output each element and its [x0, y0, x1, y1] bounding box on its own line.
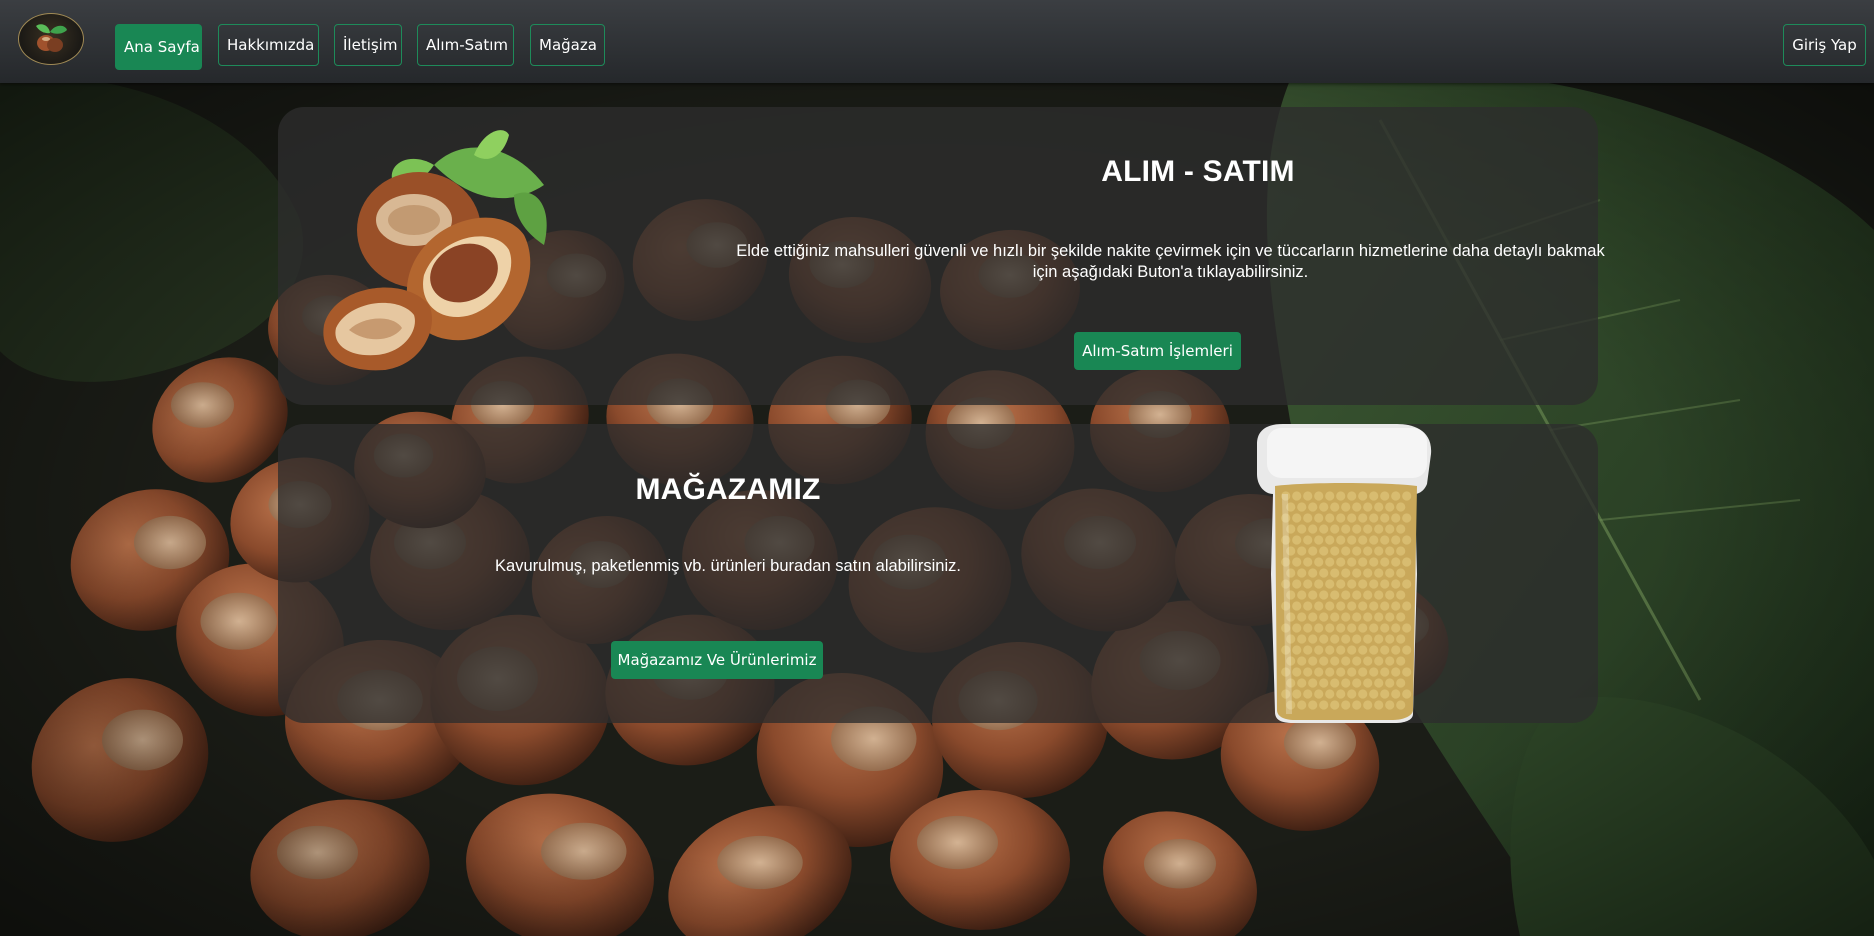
nav-about-button[interactable]: Hakkımızda — [218, 24, 319, 66]
store-card-title: MAĞAZAMIZ — [635, 473, 821, 506]
hazelnut-logo-icon[interactable] — [18, 13, 84, 65]
top-navbar: Ana Sayfa Hakkımızda İletişim Alım-Satım… — [0, 0, 1874, 83]
store-card: MAĞAZAMIZ Kavurulmuş, paketlenmiş vb. ür… — [278, 424, 1598, 723]
nav-home-button[interactable]: Ana Sayfa — [115, 24, 202, 70]
nav-contact-button[interactable]: İletişim — [334, 24, 402, 66]
hazelnut-image — [314, 125, 564, 390]
trade-operations-button[interactable]: Alım-Satım İşlemleri — [1074, 332, 1241, 370]
store-products-button[interactable]: Mağazamız Ve Ürünlerimiz — [611, 641, 823, 679]
store-card-description: Kavurulmuş, paketlenmiş vb. ürünleri bur… — [495, 557, 961, 575]
trade-card-description: Elde ettiğiniz mahsulleri güvenli ve hız… — [736, 242, 1605, 281]
nav-trade-button[interactable]: Alım-Satım — [417, 24, 514, 66]
trade-card: ALIM - SATIM Elde ettiğiniz mahsulleri g… — [278, 107, 1605, 405]
login-button[interactable]: Giriş Yap — [1783, 24, 1866, 66]
vacuum-pack-image — [1245, 424, 1435, 729]
nav-store-button[interactable]: Mağaza — [530, 24, 605, 66]
trade-card-title: ALIM - SATIM — [1101, 155, 1295, 188]
